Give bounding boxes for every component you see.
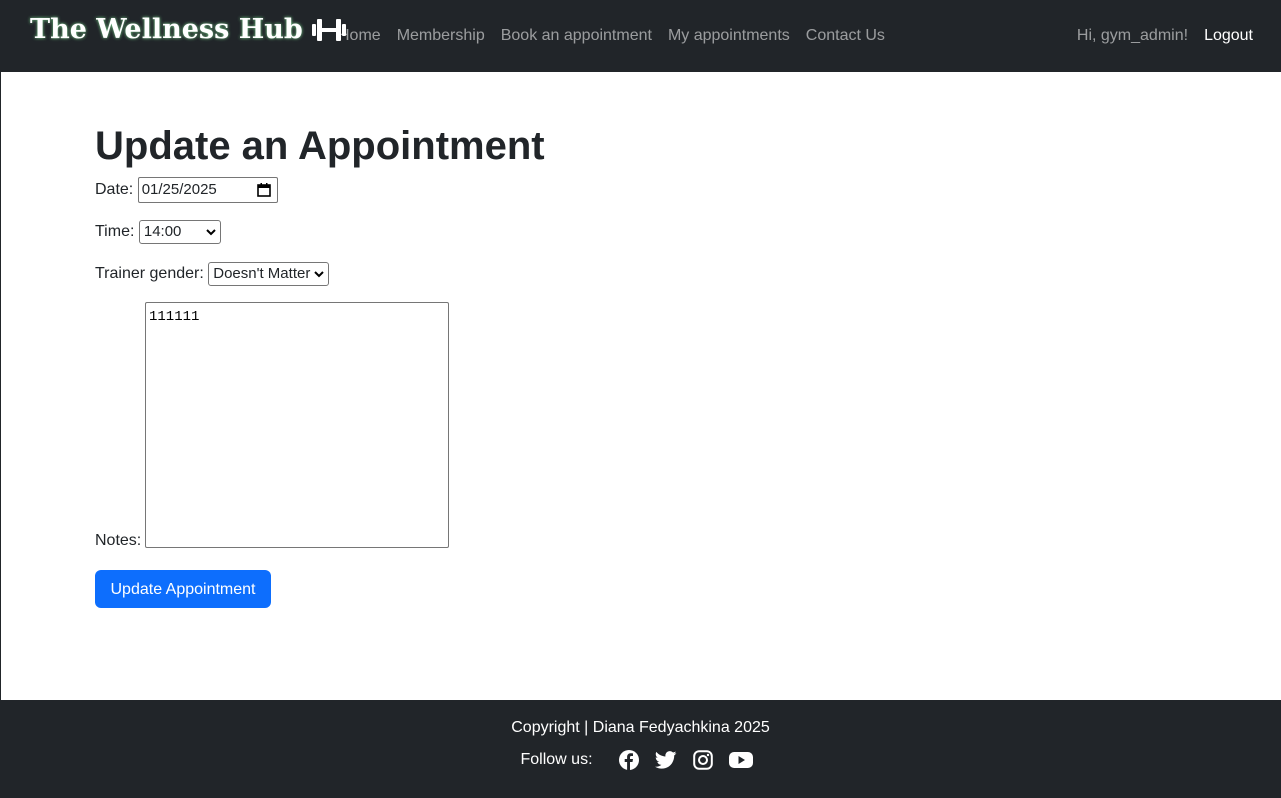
- follow-label: Follow us:: [520, 751, 593, 768]
- facebook-icon[interactable]: [618, 750, 639, 770]
- chevron-down-icon: [206, 229, 216, 236]
- logout-link[interactable]: Logout: [1196, 24, 1261, 48]
- nav-book-appointment[interactable]: Book an appointment: [493, 24, 660, 48]
- date-label: Date:: [95, 181, 134, 199]
- time-label: Time:: [95, 223, 135, 241]
- chevron-down-icon: [314, 271, 325, 278]
- user-greeting: Hi, gym_admin!: [1076, 27, 1189, 44]
- date-input[interactable]: 01/25/2025: [137, 177, 278, 203]
- nav-user-area: Hi, gym_admin! Logout: [1069, 24, 1261, 48]
- nav-home[interactable]: Home: [330, 24, 389, 48]
- footer: Copyright | Diana Fedyachkina 2025 Follo…: [0, 700, 1281, 798]
- brand-name: The Wellness Hub: [30, 14, 303, 45]
- nav-contact-us[interactable]: Contact Us: [798, 24, 893, 48]
- notes-textarea[interactable]: 111111: [145, 302, 449, 548]
- navbar: The Wellness Hub Home Membership Book an…: [0, 0, 1281, 72]
- page-edge: [0, 72, 1, 700]
- update-appointment-form: Update an Appointment Date: 01/25/2025 T…: [95, 120, 995, 608]
- brand-logo[interactable]: The Wellness Hub: [30, 14, 347, 45]
- time-value: 14:00: [143, 223, 182, 240]
- time-select[interactable]: 14:00: [138, 220, 221, 244]
- social-links: Follow us:: [0, 750, 1281, 770]
- trainer-label: Trainer gender:: [95, 265, 204, 283]
- instagram-icon[interactable]: [692, 750, 713, 770]
- nav-links: Home Membership Book an appointment My a…: [330, 24, 893, 48]
- time-row: Time: 14:00: [95, 220, 221, 244]
- trainer-row: Trainer gender: Doesn't Matter: [95, 262, 330, 286]
- update-appointment-button[interactable]: Update Appointment: [95, 570, 271, 608]
- trainer-value: Doesn't Matter: [213, 265, 311, 282]
- calendar-icon[interactable]: [256, 183, 271, 197]
- notes-label: Notes:: [95, 532, 142, 549]
- copyright-text: Copyright | Diana Fedyachkina 2025: [511, 719, 770, 736]
- date-value: 01/25/2025: [141, 181, 217, 198]
- page-title: Update an Appointment: [95, 124, 545, 168]
- twitter-icon[interactable]: [654, 751, 677, 769]
- nav-membership[interactable]: Membership: [389, 24, 493, 48]
- trainer-gender-select[interactable]: Doesn't Matter: [208, 262, 330, 286]
- nav-my-appointments[interactable]: My appointments: [660, 24, 798, 48]
- date-row: Date: 01/25/2025: [95, 177, 278, 203]
- youtube-icon[interactable]: [728, 751, 753, 769]
